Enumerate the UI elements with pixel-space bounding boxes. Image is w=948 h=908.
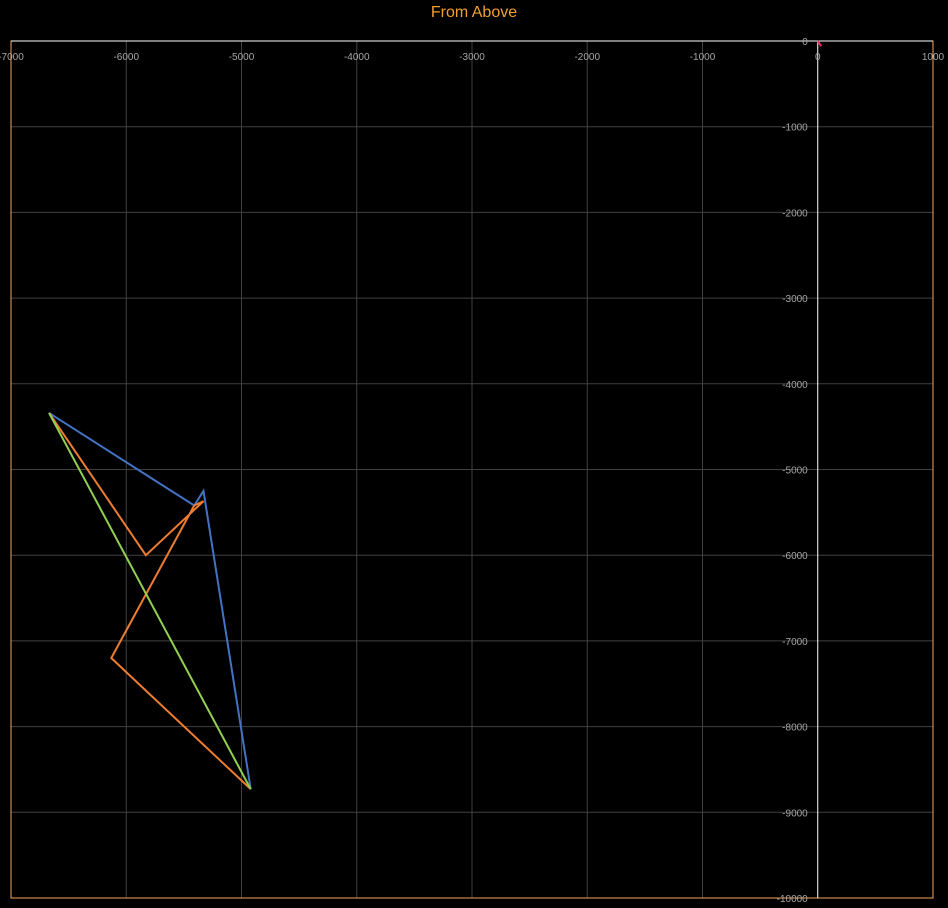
y-tick-label: -4000 [782, 380, 808, 391]
x-tick-label: -2000 [574, 52, 600, 63]
x-tick-label: -1000 [690, 52, 716, 63]
x-tick-label: -4000 [344, 52, 370, 63]
x-tick-label: -3000 [459, 52, 485, 63]
y-tick-label: 0 [802, 37, 808, 48]
x-tick-label: -5000 [229, 52, 255, 63]
x-tick-label: 1000 [922, 52, 945, 63]
x-tick-label: -7000 [0, 52, 24, 63]
y-tick-label: -1000 [782, 123, 808, 134]
y-tick-label: -5000 [782, 466, 808, 477]
y-tick-label: -3000 [782, 294, 808, 305]
y-tick-label: -9000 [782, 808, 808, 819]
x-tick-label: -6000 [113, 52, 139, 63]
chart-plot-area: -7000 -6000 -5000 -4000 -3000 -2000 -1000 0 1000… [0, 37, 945, 905]
y-tick-label: -7000 [782, 637, 808, 648]
series-line-4 [816, 40, 823, 47]
y-tick-label: -6000 [782, 551, 808, 562]
x-tick-label: 0 [815, 52, 821, 63]
y-tick-label: -2000 [782, 208, 808, 219]
y-tick-label: -8000 [782, 723, 808, 734]
y-tick-label: -10000 [777, 894, 809, 905]
